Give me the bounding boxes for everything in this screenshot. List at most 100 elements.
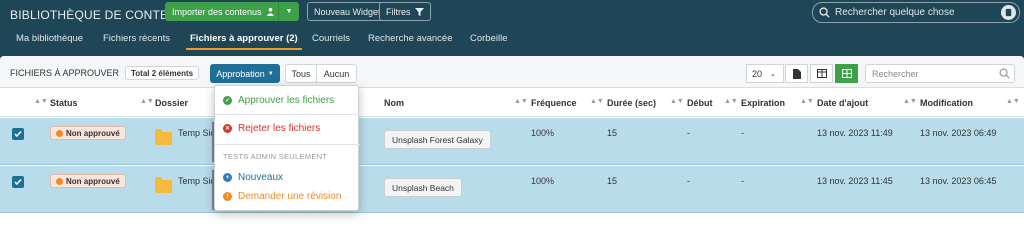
row-checkbox[interactable] xyxy=(12,176,24,188)
file-name-button[interactable]: Unsplash Forest Galaxy xyxy=(384,130,491,149)
new-label: Nouveaux xyxy=(238,172,284,183)
status-dot-icon xyxy=(56,129,63,137)
tab-advanced-search[interactable]: Recherche avancée xyxy=(368,33,453,44)
duration-value: 15 xyxy=(607,128,618,138)
status-badge: Non approuvé xyxy=(50,126,126,140)
status-badge: Non approuvé xyxy=(50,174,126,188)
header-start[interactable]: Début xyxy=(687,98,713,108)
table-header: ▲▼ Status ▲▼ Dossier Nom ▲▼ Fréquence ▲▼… xyxy=(0,89,1024,117)
sort-icon[interactable]: ▲▼ xyxy=(34,98,48,105)
table-search-input[interactable]: Rechercher xyxy=(865,64,1015,83)
new-widget-label: Nouveau Widget xyxy=(314,6,381,17)
duration-value: 15 xyxy=(607,176,618,186)
status-label: Non approuvé xyxy=(66,176,120,186)
file-name-button[interactable]: Unsplash Beach xyxy=(384,178,462,197)
frequency-value: 100% xyxy=(531,128,555,138)
grid-view-icon xyxy=(841,69,852,78)
folder-name[interactable]: Temp Sid xyxy=(178,176,216,186)
status-label: Non approuvé xyxy=(66,128,120,138)
filters-label: Filtres xyxy=(386,6,411,17)
reject-files-item[interactable]: ✕ Rejeter les fichiers xyxy=(223,123,320,134)
caret-down-icon: ▼ xyxy=(267,70,274,77)
sort-icon[interactable]: ▲▼ xyxy=(670,98,684,105)
alert-circle-icon: ! xyxy=(223,192,232,201)
x-circle-icon: ✕ xyxy=(223,124,232,133)
header-name[interactable]: Nom xyxy=(384,98,404,108)
tab-my-library[interactable]: Ma bibliothèque xyxy=(16,33,83,44)
folder-icon xyxy=(155,177,172,193)
date-added-value: 13 nov. 2023 11:45 xyxy=(817,176,893,186)
grid-view-button[interactable] xyxy=(835,64,858,83)
import-label: Importer des contenus xyxy=(172,6,262,17)
panel-title: FICHIERS À APPROUVER xyxy=(10,68,120,78)
request-review-item[interactable]: ! Demander une révision xyxy=(223,191,341,202)
header-date-added[interactable]: Date d'ajout xyxy=(817,98,868,108)
global-search-input[interactable]: Rechercher quelque chose xyxy=(812,2,1020,23)
header-duration[interactable]: Durée (sec) xyxy=(607,98,656,108)
table-search-placeholder: Rechercher xyxy=(872,68,919,79)
menu-divider xyxy=(215,114,360,115)
table-row[interactable]: Non approuvé Temp Sid Unsplash Forest Ga… xyxy=(0,118,1024,165)
files-panel: FICHIERS À APPROUVER Total 2 éléments Ap… xyxy=(0,56,1024,247)
sort-icon[interactable]: ▲▼ xyxy=(140,98,154,105)
check-icon xyxy=(14,131,22,138)
import-content-button[interactable]: Importer des contenus ▼ xyxy=(165,2,299,21)
admin-tests-header: TESTS ADMIN SEULEMENT xyxy=(223,152,328,161)
select-all-button[interactable]: Tous xyxy=(285,64,317,83)
check-icon xyxy=(14,179,22,186)
check-circle-icon: ✓ xyxy=(223,96,232,105)
folder-icon xyxy=(155,129,172,145)
modification-value: 13 nov. 2023 06:45 xyxy=(920,176,997,186)
approbation-dropdown-button[interactable]: Approbation ▼ xyxy=(210,64,280,83)
start-value: - xyxy=(687,128,690,138)
tab-recent-files[interactable]: Fichiers récents xyxy=(103,33,170,44)
sort-icon[interactable]: ▲▼ xyxy=(800,98,814,105)
table-row[interactable]: Non approuvé Temp Sid Unsplash Beach 100… xyxy=(0,166,1024,213)
status-dot-icon xyxy=(56,177,63,185)
filter-icon xyxy=(414,7,424,16)
search-icon xyxy=(819,7,830,18)
header-modification[interactable]: Modification xyxy=(920,98,973,108)
import-dropdown-caret[interactable]: ▼ xyxy=(278,2,299,21)
tab-emails[interactable]: Courriels xyxy=(312,33,350,44)
row-checkbox[interactable] xyxy=(12,128,24,140)
search-icon xyxy=(999,68,1010,79)
tab-trash[interactable]: Corbeille xyxy=(470,33,508,44)
sort-icon[interactable]: ▲▼ xyxy=(1006,98,1020,105)
user-upload-icon xyxy=(266,7,274,16)
sort-icon[interactable]: ▲▼ xyxy=(590,98,604,105)
menu-divider xyxy=(215,144,360,145)
expiration-value: - xyxy=(741,176,744,186)
nav-tabs: Ma bibliothèque Fichiers récents Fichier… xyxy=(0,30,1024,50)
approve-files-label: Approuver les fichiers xyxy=(238,95,335,106)
header-status[interactable]: Status xyxy=(50,98,78,108)
page-size-value: 20 xyxy=(752,68,763,79)
columns-view-button[interactable] xyxy=(810,64,833,83)
approbation-label: Approbation xyxy=(216,68,265,79)
modification-value: 13 nov. 2023 06:49 xyxy=(920,128,997,138)
approbation-dropdown-menu: ✓ Approuver les fichiers ✕ Rejeter les f… xyxy=(214,85,360,211)
file-view-button[interactable] xyxy=(785,64,808,83)
sort-icon[interactable]: ▲▼ xyxy=(514,98,528,105)
page-size-select[interactable]: 20 ⌄ xyxy=(746,64,784,83)
panel-toolbar: FICHIERS À APPROUVER Total 2 éléments Ap… xyxy=(0,56,1024,88)
header-folder[interactable]: Dossier xyxy=(155,98,188,108)
folder-name[interactable]: Temp Sid xyxy=(178,128,216,138)
new-item[interactable]: + Nouveaux xyxy=(223,172,283,183)
frequency-value: 100% xyxy=(531,176,555,186)
expiration-value: - xyxy=(741,128,744,138)
global-search-placeholder: Rechercher quelque chose xyxy=(835,7,955,18)
reject-files-label: Rejeter les fichiers xyxy=(238,123,321,134)
columns-icon xyxy=(816,69,827,78)
sort-icon[interactable]: ▲▼ xyxy=(724,98,738,105)
header-frequency[interactable]: Fréquence xyxy=(531,98,577,108)
sort-icon[interactable]: ▲▼ xyxy=(903,98,917,105)
approve-files-item[interactable]: ✓ Approuver les fichiers xyxy=(223,95,334,106)
date-added-value: 13 nov. 2023 11:49 xyxy=(817,128,893,138)
tab-files-to-approve[interactable]: Fichiers à approuver (2) xyxy=(186,33,302,50)
header-expiration[interactable]: Expiration xyxy=(741,98,785,108)
select-none-button[interactable]: Aucun xyxy=(316,64,357,83)
plus-circle-icon: + xyxy=(223,173,232,182)
user-avatar-icon[interactable] xyxy=(1001,5,1016,20)
filters-button[interactable]: Filtres xyxy=(379,2,431,21)
